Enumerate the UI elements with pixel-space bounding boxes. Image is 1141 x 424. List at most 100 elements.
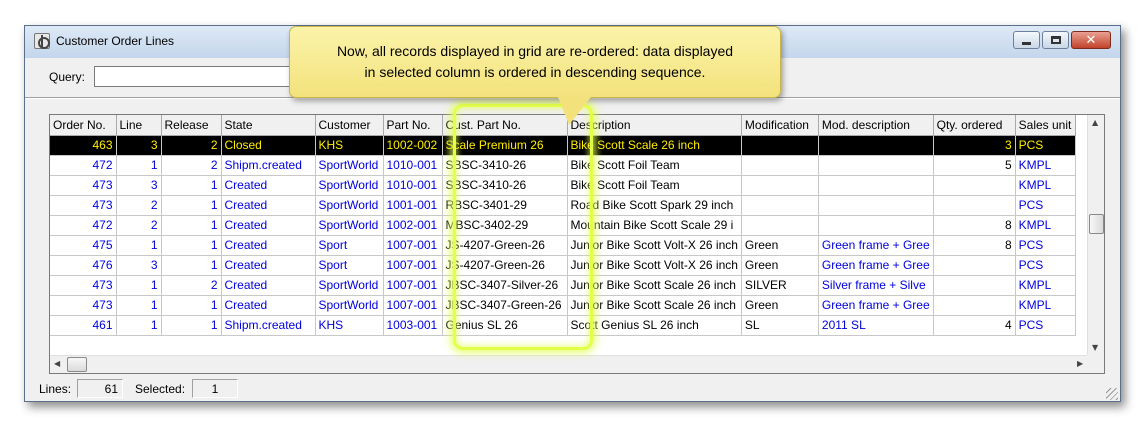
grid-cell[interactable] bbox=[818, 135, 934, 156]
grid-cell[interactable] bbox=[933, 195, 1016, 216]
grid-cell[interactable] bbox=[741, 135, 819, 156]
grid-cell[interactable]: 1 bbox=[161, 315, 222, 336]
grid-cell[interactable] bbox=[818, 195, 934, 216]
grid-cell[interactable]: 1002-002 bbox=[383, 135, 443, 156]
grid-cell[interactable]: Junior Bike Scott Volt-X 26 inch bbox=[567, 255, 742, 276]
grid-cell[interactable]: 3 bbox=[116, 175, 162, 196]
horizontal-scrollbar[interactable]: ◀ ▶ bbox=[50, 355, 1089, 373]
grid-cell[interactable]: 1 bbox=[161, 175, 222, 196]
grid-cell[interactable]: 5 bbox=[933, 155, 1016, 176]
grid-cell[interactable]: 1 bbox=[116, 275, 162, 296]
grid-cell[interactable]: Bike Scott Scale 26 inch bbox=[567, 135, 742, 156]
grid-cell[interactable]: PCS bbox=[1015, 235, 1076, 256]
scroll-down-arrow-icon[interactable]: ▼ bbox=[1092, 344, 1098, 352]
grid-cell[interactable]: Bike Scott Foil Team bbox=[567, 155, 742, 176]
grid-cell[interactable]: SL bbox=[741, 315, 819, 336]
grid-cell[interactable]: Junior Bike Scott Scale 26 inch bbox=[567, 275, 742, 296]
grid-cell[interactable]: Green bbox=[741, 255, 819, 276]
grid-cell[interactable]: Junior Bike Scott Scale 26 inch bbox=[567, 295, 742, 316]
grid-cell[interactable]: Green bbox=[741, 235, 819, 256]
grid-cell[interactable]: 461 bbox=[50, 315, 117, 336]
grid-cell[interactable]: KMPL bbox=[1015, 215, 1076, 236]
grid-cell[interactable]: 1007-001 bbox=[383, 235, 443, 256]
grid-cell[interactable]: 2 bbox=[116, 215, 162, 236]
vertical-scrollbar[interactable]: ▲ ▼ bbox=[1087, 115, 1104, 356]
grid-cell[interactable]: 1 bbox=[116, 155, 162, 176]
grid-cell[interactable]: Scott Genius SL 26 inch bbox=[567, 315, 742, 336]
grid-cell[interactable]: 1001-001 bbox=[383, 195, 443, 216]
grid-cell[interactable]: Created bbox=[221, 195, 316, 216]
grid-cell[interactable]: Closed bbox=[221, 135, 316, 156]
grid-cell[interactable]: Green bbox=[741, 295, 819, 316]
grid-cell[interactable]: SportWorld bbox=[315, 295, 384, 316]
grid-cell[interactable]: KMPL bbox=[1015, 175, 1076, 196]
grid-cell[interactable]: SILVER bbox=[741, 275, 819, 296]
grid-cell[interactable]: Created bbox=[221, 175, 316, 196]
grid-cell[interactable]: 1 bbox=[116, 235, 162, 256]
grid-cell[interactable]: Shipm.created bbox=[221, 315, 316, 336]
grid-cell[interactable]: 2 bbox=[161, 135, 222, 156]
grid-cell[interactable]: 475 bbox=[50, 235, 117, 256]
grid-cell[interactable] bbox=[933, 295, 1016, 316]
grid-cell[interactable]: 1003-001 bbox=[383, 315, 443, 336]
grid-cell[interactable]: 2 bbox=[161, 275, 222, 296]
resize-grip-icon[interactable] bbox=[1106, 388, 1118, 400]
grid-cell[interactable]: Junior Bike Scott Volt-X 26 inch bbox=[567, 235, 742, 256]
grid-cell[interactable]: KHS bbox=[315, 315, 384, 336]
grid-cell[interactable]: 473 bbox=[50, 195, 117, 216]
grid-cell[interactable]: 8 bbox=[933, 215, 1016, 236]
grid-cell[interactable]: 472 bbox=[50, 215, 117, 236]
column-header[interactable]: Part No. bbox=[383, 115, 443, 136]
grid-cell[interactable]: Green frame + Gree bbox=[818, 235, 934, 256]
grid-cell[interactable]: Created bbox=[221, 235, 316, 256]
grid-cell[interactable]: KMPL bbox=[1015, 295, 1076, 316]
grid-cell[interactable]: 1 bbox=[161, 295, 222, 316]
column-header[interactable]: Qty. ordered bbox=[933, 115, 1016, 136]
grid-cell[interactable]: 8 bbox=[933, 235, 1016, 256]
grid-cell[interactable]: 473 bbox=[50, 275, 117, 296]
grid-cell[interactable]: PCS bbox=[1015, 315, 1076, 336]
column-header[interactable]: Order No. bbox=[50, 115, 117, 136]
grid-cell[interactable]: PCS bbox=[1015, 195, 1076, 216]
grid-cell[interactable]: 1 bbox=[116, 295, 162, 316]
grid-cell[interactable]: Road Bike Scott Spark 29 inch bbox=[567, 195, 742, 216]
grid-cell[interactable]: SportWorld bbox=[315, 215, 384, 236]
grid-cell[interactable]: 472 bbox=[50, 155, 117, 176]
grid-cell[interactable] bbox=[818, 155, 934, 176]
scroll-right-arrow-icon[interactable]: ▶ bbox=[1077, 360, 1083, 368]
grid-cell[interactable]: Silver frame + Silve bbox=[818, 275, 934, 296]
grid-cell[interactable]: 3 bbox=[116, 255, 162, 276]
grid-cell[interactable]: PCS bbox=[1015, 135, 1076, 156]
grid-cell[interactable]: 2011 SL bbox=[818, 315, 934, 336]
grid-cell[interactable]: SportWorld bbox=[315, 175, 384, 196]
column-header[interactable]: Customer bbox=[315, 115, 384, 136]
grid-cell[interactable] bbox=[741, 175, 819, 196]
grid-cell[interactable]: Mountain Bike Scott Scale 29 i bbox=[567, 215, 742, 236]
grid-cell[interactable]: 476 bbox=[50, 255, 117, 276]
minimize-button[interactable] bbox=[1013, 31, 1040, 49]
grid-cell[interactable]: SportWorld bbox=[315, 275, 384, 296]
grid-cell[interactable]: Bike Scott Foil Team bbox=[567, 175, 742, 196]
close-button[interactable]: ✕ bbox=[1071, 31, 1111, 49]
grid-cell[interactable]: SportWorld bbox=[315, 155, 384, 176]
grid-cell[interactable]: Sport bbox=[315, 255, 384, 276]
grid-cell[interactable] bbox=[933, 255, 1016, 276]
grid-cell[interactable]: KHS bbox=[315, 135, 384, 156]
grid-cell[interactable]: 2 bbox=[161, 155, 222, 176]
grid-cell[interactable]: 473 bbox=[50, 175, 117, 196]
grid-cell[interactable]: 3 bbox=[116, 135, 162, 156]
grid-cell[interactable]: PCS bbox=[1015, 255, 1076, 276]
grid-cell[interactable]: 1010-001 bbox=[383, 155, 443, 176]
grid-cell[interactable]: Shipm.created bbox=[221, 155, 316, 176]
grid-cell[interactable]: 2 bbox=[116, 195, 162, 216]
column-header[interactable]: Mod. description bbox=[818, 115, 934, 136]
grid-cell[interactable]: 1 bbox=[161, 235, 222, 256]
grid-cell[interactable]: KMPL bbox=[1015, 275, 1076, 296]
scroll-left-arrow-icon[interactable]: ◀ bbox=[54, 360, 60, 368]
grid-cell[interactable]: SportWorld bbox=[315, 195, 384, 216]
grid-cell[interactable]: 1007-001 bbox=[383, 295, 443, 316]
vertical-scroll-thumb[interactable] bbox=[1089, 214, 1104, 234]
grid-cell[interactable]: Created bbox=[221, 215, 316, 236]
grid-cell[interactable]: 1002-001 bbox=[383, 215, 443, 236]
grid-cell[interactable]: 1007-001 bbox=[383, 275, 443, 296]
